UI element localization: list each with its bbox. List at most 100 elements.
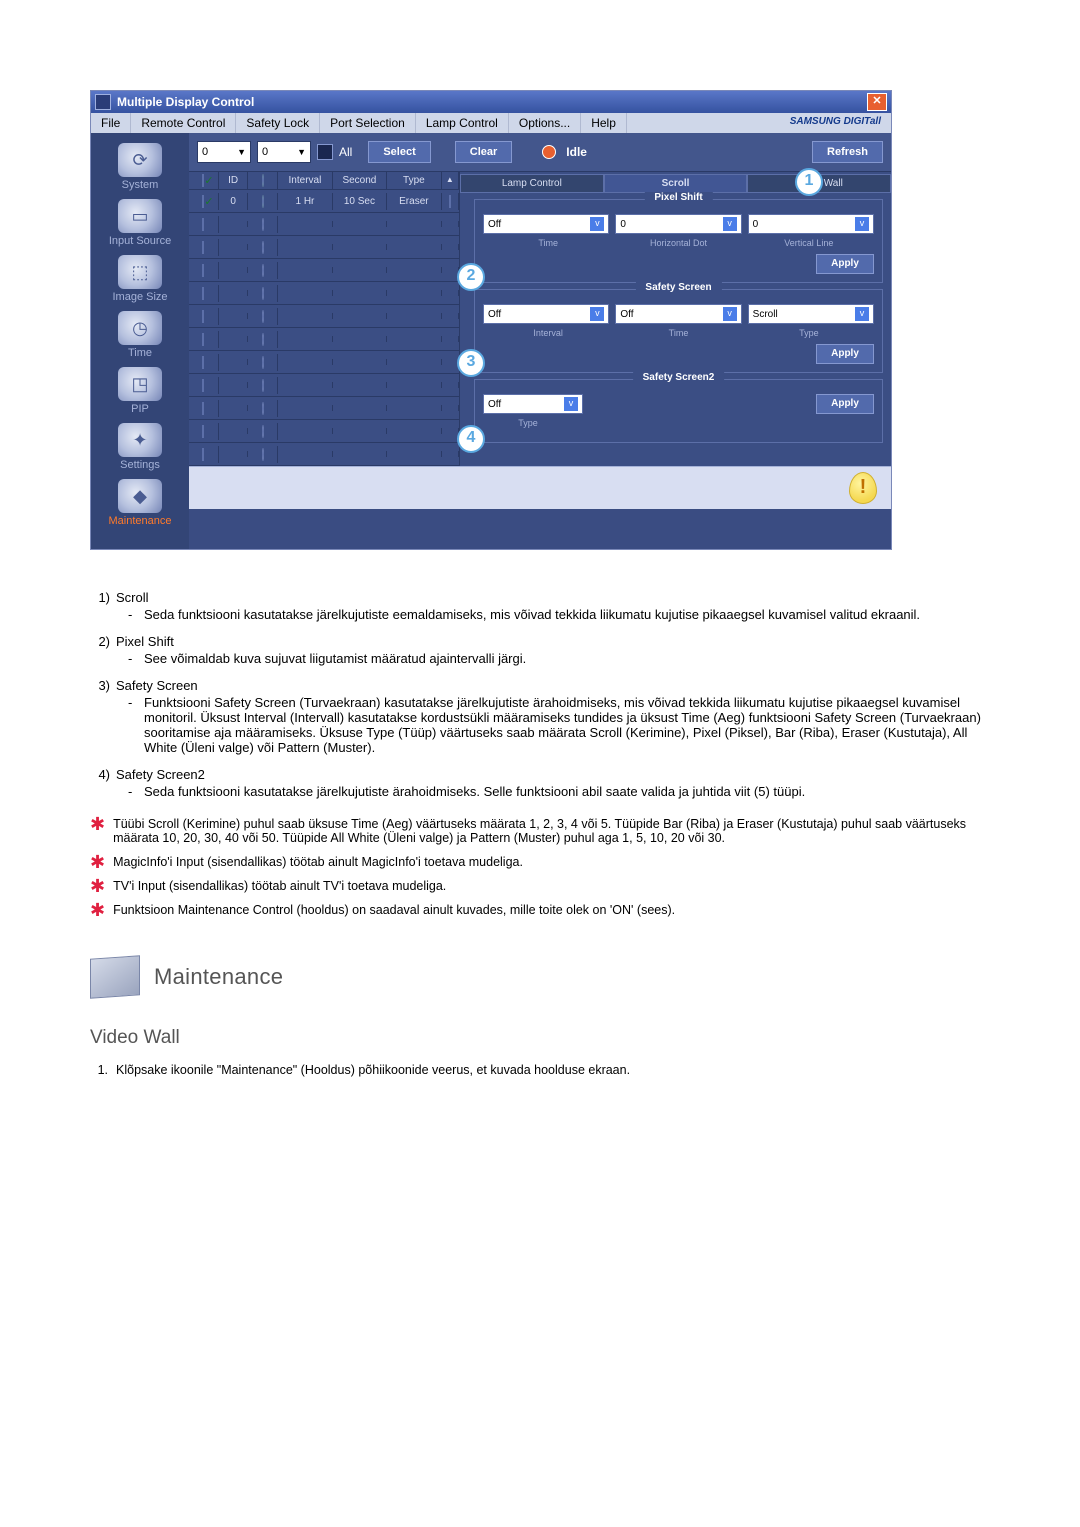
menu-remote-control[interactable]: Remote Control bbox=[131, 113, 236, 133]
table-row[interactable] bbox=[189, 259, 459, 282]
table-row[interactable] bbox=[189, 420, 459, 443]
combo-from[interactable]: 0 ▼ bbox=[197, 141, 251, 163]
safety-screen-apply-button[interactable]: Apply bbox=[816, 344, 874, 364]
tab-scroll[interactable]: Scroll bbox=[604, 174, 748, 192]
safety-screen-type-select[interactable]: Scroll v bbox=[748, 304, 874, 324]
combo-to[interactable]: 0 ▼ bbox=[257, 141, 311, 163]
display-table: ID Interval Second Type ▲ 01 Hr10 SecEra… bbox=[189, 172, 460, 466]
scroll-up-icon[interactable]: ▲ bbox=[442, 172, 459, 189]
app-window: Multiple Display Control ✕ File Remote C… bbox=[90, 90, 892, 550]
row-interval bbox=[278, 451, 332, 457]
combo-to-value: 0 bbox=[262, 146, 268, 158]
select-button[interactable]: Select bbox=[368, 141, 430, 163]
section-paragraph: 1. Klõpsake ikoonile "Maintenance" (Hool… bbox=[90, 1063, 990, 1077]
sidebar-item-pip[interactable]: ◳ PIP bbox=[91, 367, 189, 415]
titlebar[interactable]: Multiple Display Control ✕ bbox=[91, 91, 891, 113]
table-row[interactable] bbox=[189, 443, 459, 466]
clear-button[interactable]: Clear bbox=[455, 141, 513, 163]
safety-screen-interval-select[interactable]: Off v bbox=[483, 304, 609, 324]
sidebar-item-image-size[interactable]: ⬚ Image Size bbox=[91, 255, 189, 303]
table-row[interactable] bbox=[189, 374, 459, 397]
all-label: All bbox=[339, 145, 352, 159]
row-second bbox=[333, 313, 387, 319]
safety-screen2-type-select[interactable]: Off v bbox=[483, 394, 583, 414]
status-dot-icon bbox=[262, 402, 264, 415]
brand-label: SAMSUNG DIGITall bbox=[780, 113, 891, 133]
chevron-down-icon: ▼ bbox=[297, 147, 306, 157]
sidebar-item-settings[interactable]: ✦ Settings bbox=[91, 423, 189, 471]
row-checkbox[interactable] bbox=[202, 402, 204, 415]
menu-safety-lock[interactable]: Safety Lock bbox=[236, 113, 320, 133]
row-second bbox=[333, 336, 387, 342]
table-row[interactable] bbox=[189, 213, 459, 236]
sidebar-item-maintenance[interactable]: ◆ Maintenance bbox=[91, 479, 189, 527]
col-id: ID bbox=[219, 172, 249, 189]
menu-file[interactable]: File bbox=[91, 113, 131, 133]
status-dot-icon bbox=[262, 287, 264, 300]
row-interval bbox=[278, 290, 332, 296]
notes-list: ✱Tüübi Scroll (Kerimine) puhul saab üksu… bbox=[90, 817, 990, 917]
pixel-shift-time-select[interactable]: Off v bbox=[483, 214, 609, 234]
row-id: 0 bbox=[219, 193, 249, 210]
pixel-shift-vline-select[interactable]: 0 v bbox=[748, 214, 874, 234]
table-row[interactable]: 01 Hr10 SecEraser bbox=[189, 190, 459, 213]
status-dot-icon bbox=[262, 241, 264, 254]
header-checkbox[interactable] bbox=[202, 174, 204, 187]
table-row[interactable] bbox=[189, 397, 459, 420]
menu-port-selection[interactable]: Port Selection bbox=[320, 113, 416, 133]
safety-screen2-title: Safety Screen2 bbox=[633, 372, 725, 383]
time-icon: ◷ bbox=[118, 311, 162, 345]
status-dot-icon bbox=[262, 356, 264, 369]
row-checkbox[interactable] bbox=[202, 425, 204, 438]
pixel-shift-apply-button[interactable]: Apply bbox=[816, 254, 874, 274]
row-checkbox[interactable] bbox=[202, 448, 204, 461]
row-second bbox=[333, 244, 387, 250]
row-checkbox[interactable] bbox=[202, 310, 204, 323]
callout-4: 4 bbox=[457, 425, 485, 453]
table-row[interactable] bbox=[189, 328, 459, 351]
menu-options[interactable]: Options... bbox=[509, 113, 581, 133]
scrollbar-handle[interactable] bbox=[449, 195, 451, 208]
row-interval bbox=[278, 221, 332, 227]
row-id bbox=[219, 244, 249, 250]
table-row[interactable] bbox=[189, 351, 459, 374]
callout-2: 2 bbox=[457, 263, 485, 291]
row-checkbox[interactable] bbox=[202, 287, 204, 300]
safety-screen-time-select[interactable]: Off v bbox=[615, 304, 741, 324]
chevron-down-icon: v bbox=[723, 217, 737, 231]
system-icon: ⟳ bbox=[118, 143, 162, 177]
settings-tabs: Lamp Control Scroll Video Wall bbox=[460, 172, 891, 193]
row-second bbox=[333, 428, 387, 434]
row-checkbox[interactable] bbox=[202, 264, 204, 277]
main-area: 0 ▼ 0 ▼ All Select Clear Idle bbox=[189, 133, 891, 549]
row-checkbox[interactable] bbox=[202, 195, 204, 208]
col-second: Second bbox=[333, 172, 387, 189]
row-type bbox=[387, 336, 441, 342]
row-checkbox[interactable] bbox=[202, 333, 204, 346]
table-row[interactable] bbox=[189, 305, 459, 328]
refresh-button[interactable]: Refresh bbox=[812, 141, 883, 163]
tab-lamp-control[interactable]: Lamp Control bbox=[460, 174, 604, 192]
sidebar-item-time[interactable]: ◷ Time bbox=[91, 311, 189, 359]
row-checkbox[interactable] bbox=[202, 379, 204, 392]
sidebar-item-input-source[interactable]: ▭ Input Source bbox=[91, 199, 189, 247]
status-dot-icon bbox=[262, 425, 264, 438]
table-row[interactable] bbox=[189, 236, 459, 259]
row-checkbox[interactable] bbox=[202, 356, 204, 369]
row-checkbox[interactable] bbox=[202, 241, 204, 254]
pixel-shift-group: Pixel Shift Off v 0 v bbox=[474, 199, 883, 283]
row-type bbox=[387, 267, 441, 273]
menu-lamp-control[interactable]: Lamp Control bbox=[416, 113, 509, 133]
table-row[interactable] bbox=[189, 282, 459, 305]
row-checkbox[interactable] bbox=[202, 218, 204, 231]
close-icon[interactable]: ✕ bbox=[867, 93, 887, 111]
row-type bbox=[387, 221, 441, 227]
all-checkbox[interactable] bbox=[317, 144, 333, 160]
sidebar-item-system[interactable]: ⟳ System bbox=[91, 143, 189, 191]
safety-screen2-apply-button[interactable]: Apply bbox=[816, 394, 874, 414]
pixel-shift-hdot-select[interactable]: 0 v bbox=[615, 214, 741, 234]
row-id bbox=[219, 313, 249, 319]
row-second bbox=[333, 221, 387, 227]
row-second bbox=[333, 451, 387, 457]
menu-help[interactable]: Help bbox=[581, 113, 627, 133]
